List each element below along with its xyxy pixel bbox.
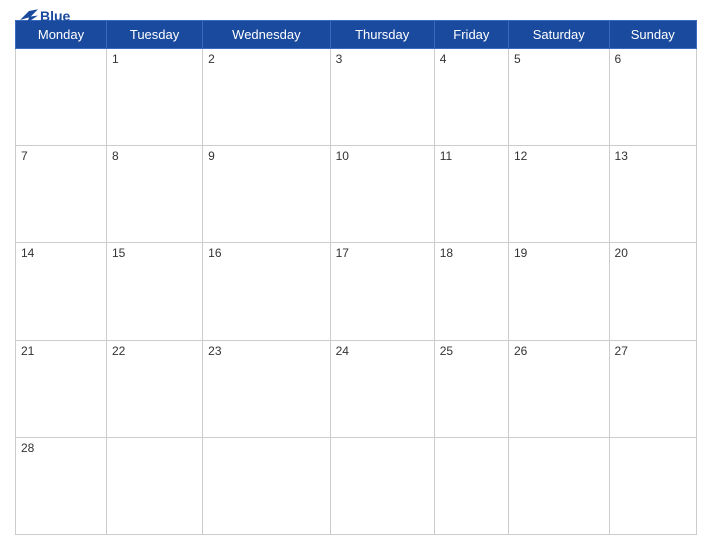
day-number: 18 (440, 246, 453, 260)
day-number: 28 (21, 441, 34, 455)
cell-w2-d3: 17 (330, 243, 434, 340)
cell-w4-d6 (609, 437, 696, 534)
cell-w1-d3: 10 (330, 146, 434, 243)
day-number: 7 (21, 149, 28, 163)
day-number: 10 (336, 149, 349, 163)
cell-w3-d3: 24 (330, 340, 434, 437)
week-row-1: 7 8 9 10 11 12 13 (16, 146, 697, 243)
day-number: 3 (336, 52, 343, 66)
cell-w3-d2: 23 (203, 340, 330, 437)
cell-w4-d0: 28 (16, 437, 107, 534)
day-number: 2 (208, 52, 215, 66)
cell-w1-d5: 12 (509, 146, 610, 243)
day-number: 21 (21, 344, 34, 358)
calendar-page: Blue MondayTuesdayWednesdayThursdayFrida… (0, 0, 712, 550)
logo-bird-icon (20, 9, 38, 23)
cell-w0-d0 (16, 49, 107, 146)
cell-w1-d4: 11 (434, 146, 508, 243)
day-number: 26 (514, 344, 527, 358)
day-number: 6 (615, 52, 622, 66)
cell-w0-d2: 2 (203, 49, 330, 146)
cell-w2-d1: 15 (106, 243, 202, 340)
logo-blue-text: Blue (40, 8, 70, 24)
cell-w0-d4: 4 (434, 49, 508, 146)
day-number: 11 (440, 149, 452, 163)
cell-w0-d1: 1 (106, 49, 202, 146)
cell-w2-d0: 14 (16, 243, 107, 340)
logo: Blue (20, 8, 70, 24)
cell-w2-d6: 20 (609, 243, 696, 340)
day-number: 1 (112, 52, 119, 66)
day-number: 8 (112, 149, 119, 163)
day-header-monday: Monday (16, 21, 107, 49)
day-number: 16 (208, 246, 221, 260)
day-number: 14 (21, 246, 34, 260)
day-number: 5 (514, 52, 521, 66)
day-header-saturday: Saturday (509, 21, 610, 49)
day-number: 24 (336, 344, 349, 358)
calendar-table: MondayTuesdayWednesdayThursdayFridaySatu… (15, 20, 697, 535)
cell-w1-d1: 8 (106, 146, 202, 243)
cell-w1-d0: 7 (16, 146, 107, 243)
day-number: 12 (514, 149, 527, 163)
cell-w3-d0: 21 (16, 340, 107, 437)
day-number: 22 (112, 344, 125, 358)
cell-w2-d5: 19 (509, 243, 610, 340)
week-row-4: 28 (16, 437, 697, 534)
cell-w4-d1 (106, 437, 202, 534)
day-number: 13 (615, 149, 628, 163)
cell-w4-d5 (509, 437, 610, 534)
cell-w3-d5: 26 (509, 340, 610, 437)
cell-w1-d6: 13 (609, 146, 696, 243)
cell-w3-d4: 25 (434, 340, 508, 437)
cell-w2-d4: 18 (434, 243, 508, 340)
cell-w0-d3: 3 (330, 49, 434, 146)
day-number: 25 (440, 344, 453, 358)
day-number: 15 (112, 246, 125, 260)
cell-w1-d2: 9 (203, 146, 330, 243)
day-number: 27 (615, 344, 628, 358)
day-header-friday: Friday (434, 21, 508, 49)
day-number: 23 (208, 344, 221, 358)
day-header-sunday: Sunday (609, 21, 696, 49)
cell-w2-d2: 16 (203, 243, 330, 340)
day-number: 20 (615, 246, 628, 260)
day-header-wednesday: Wednesday (203, 21, 330, 49)
calendar-header: Blue (0, 0, 712, 20)
day-number: 17 (336, 246, 349, 260)
cell-w0-d6: 6 (609, 49, 696, 146)
day-headers-row: MondayTuesdayWednesdayThursdayFridaySatu… (16, 21, 697, 49)
day-number: 9 (208, 149, 215, 163)
cell-w4-d4 (434, 437, 508, 534)
cell-w3-d1: 22 (106, 340, 202, 437)
week-row-0: 1 2 3 4 5 6 (16, 49, 697, 146)
day-header-thursday: Thursday (330, 21, 434, 49)
day-number: 19 (514, 246, 527, 260)
week-row-3: 21 22 23 24 25 26 27 (16, 340, 697, 437)
calendar-body: MondayTuesdayWednesdayThursdayFridaySatu… (0, 20, 712, 550)
week-row-2: 14 15 16 17 18 19 20 (16, 243, 697, 340)
cell-w4-d3 (330, 437, 434, 534)
cell-w4-d2 (203, 437, 330, 534)
cell-w3-d6: 27 (609, 340, 696, 437)
day-number: 4 (440, 52, 447, 66)
day-header-tuesday: Tuesday (106, 21, 202, 49)
logo-blue-container: Blue (20, 8, 70, 24)
cell-w0-d5: 5 (509, 49, 610, 146)
